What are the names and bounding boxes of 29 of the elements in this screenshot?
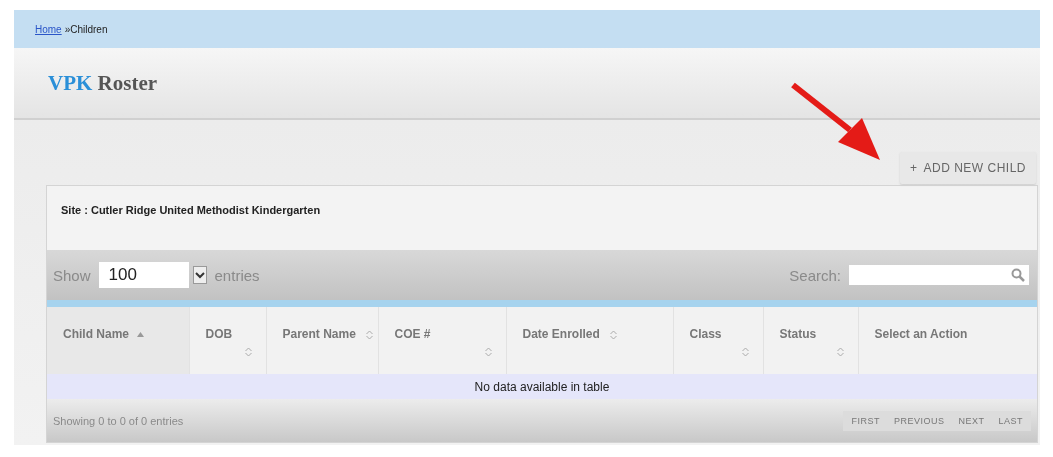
entries-select[interactable]: 100 [98, 262, 189, 288]
show-label: Show [53, 266, 91, 284]
sort-icon[interactable] [741, 347, 749, 357]
sort-icon[interactable] [137, 332, 144, 338]
sort-icon[interactable] [365, 329, 373, 340]
sort-icon[interactable] [836, 347, 844, 357]
home-link[interactable]: Home [35, 23, 62, 35]
search-label: Search: [789, 266, 841, 284]
column-header[interactable]: Status [779, 327, 817, 341]
sort-icon[interactable] [484, 347, 492, 357]
column-header[interactable]: Select an Action [874, 327, 968, 341]
sort-icon[interactable] [244, 347, 252, 357]
entries-info: Showing 0 to 0 of 0 entries [53, 414, 184, 427]
column-header[interactable]: Child Name [63, 327, 129, 341]
sort-icon[interactable] [609, 329, 617, 340]
search-field[interactable] [849, 265, 1029, 285]
add-new-child-button[interactable]: + ADD NEW CHILD [899, 152, 1036, 184]
column-header[interactable]: Parent Name [282, 327, 356, 341]
column-header[interactable]: Class [689, 327, 722, 341]
entries-label: entries [214, 266, 260, 284]
column-header[interactable]: COE # [394, 327, 431, 341]
page-title: VPK Roster [48, 70, 158, 96]
site-label: Site : Cutler Ridge United Methodist Kindergarten [60, 203, 322, 218]
empty-table-message: No data available in table [474, 379, 610, 394]
dropdown-icon[interactable] [192, 266, 207, 284]
column-header[interactable]: Date Enrolled [522, 327, 600, 341]
search-icon [1011, 268, 1025, 282]
column-header[interactable]: DOB [205, 327, 233, 341]
breadcrumb-current: »Children [64, 23, 108, 35]
